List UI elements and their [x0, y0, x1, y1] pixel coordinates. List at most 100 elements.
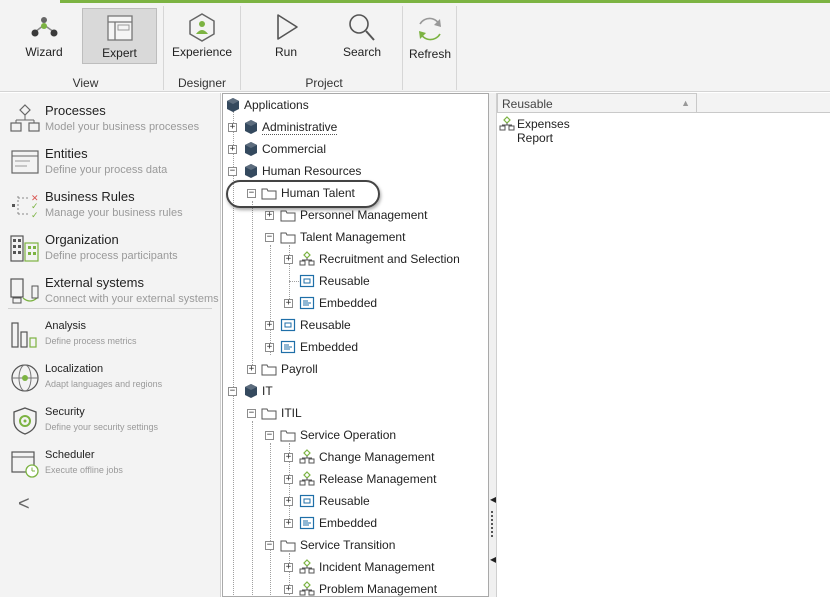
tree-node-label: Release Management	[319, 472, 437, 486]
expander-button[interactable]: −	[228, 167, 237, 176]
expander-button[interactable]: −	[265, 541, 274, 550]
expander-button[interactable]: +	[284, 475, 293, 484]
wizard-button[interactable]: Wizard	[14, 8, 74, 64]
tree-node-label: IT	[262, 384, 273, 398]
ribbon: Wizard Expert View Experience Designer R…	[0, 0, 830, 92]
search-icon	[349, 14, 375, 41]
highlight-annotation	[226, 180, 380, 208]
collapse-panel-button[interactable]: <	[18, 493, 30, 516]
tree-node-reusable[interactable]: + Reusable	[223, 316, 488, 334]
expander-button[interactable]: +	[228, 145, 237, 154]
refresh-icon	[419, 17, 441, 41]
nav-item-external-systems[interactable]: External systems Connect with your exter…	[0, 271, 220, 313]
tree-node-embedded[interactable]: + Embedded	[223, 294, 488, 312]
tree-node-service-operation[interactable]: − Service Operation	[223, 426, 488, 444]
expander-button[interactable]: +	[284, 563, 293, 572]
expander-button[interactable]: +	[247, 365, 256, 374]
expander-button[interactable]: +	[284, 497, 293, 506]
nav-subtitle: Connect with your external systems	[45, 293, 219, 305]
process-icon	[299, 559, 315, 574]
tree-node-incident-management[interactable]: + Incident Management	[223, 558, 488, 576]
nav-item-scheduler[interactable]: Scheduler Execute offline jobs	[0, 444, 220, 486]
tree-node-label: Personnel Management	[300, 208, 428, 222]
tree-node-label: Service Transition	[300, 538, 396, 552]
tree-node-it[interactable]: − IT	[223, 382, 488, 400]
tree-node-payroll[interactable]: + Payroll	[223, 360, 488, 378]
expander-button[interactable]: +	[228, 123, 237, 132]
nav-item-processes[interactable]: Processes Model your business processes	[0, 99, 220, 141]
cube-icon	[245, 164, 257, 178]
external-systems-icon	[10, 278, 39, 304]
expander-button[interactable]: −	[228, 387, 237, 396]
tree-node-itil[interactable]: − ITIL	[223, 404, 488, 422]
panel-splitter[interactable]: ◀ ◀	[489, 93, 496, 597]
nav-divider	[8, 308, 212, 309]
expander-button[interactable]: +	[265, 321, 274, 330]
expander-button[interactable]: +	[284, 519, 293, 528]
splitter-grip[interactable]	[491, 511, 493, 537]
expander-button[interactable]: +	[284, 585, 293, 594]
nav-title: Entities	[45, 146, 88, 161]
tree-node-label: Reusable	[319, 494, 370, 508]
tree-node-label: Embedded	[300, 340, 359, 354]
project-tree: Applications + Administrative + Commerci…	[222, 93, 489, 597]
search-button[interactable]: Search	[332, 8, 392, 64]
tree-node-label: Reusable	[300, 318, 351, 332]
nav-subtitle: Define process metrics	[45, 336, 137, 346]
run-button[interactable]: Run	[256, 8, 316, 64]
expander-button[interactable]: +	[284, 255, 293, 264]
nav-item-localization[interactable]: Localization Adapt languages and regions	[0, 358, 220, 400]
tree-node-talent-management[interactable]: − Talent Management	[223, 228, 488, 246]
tree-node-reusable[interactable]: Reusable	[223, 272, 488, 290]
group-separator	[240, 6, 241, 90]
nav-item-business-rules[interactable]: ✕ ✓ ✓ Business Rules Manage your busines…	[0, 185, 220, 227]
tree-node-applications[interactable]: Applications	[223, 96, 488, 114]
expander-button[interactable]: −	[265, 233, 274, 242]
tree-node-embedded[interactable]: + Embedded	[223, 338, 488, 356]
svg-text:✓: ✓	[31, 211, 39, 220]
tree-node-label: Commercial	[262, 142, 327, 156]
embedded-icon	[299, 296, 315, 310]
expander-button[interactable]: +	[284, 299, 293, 308]
nav-title: Scheduler	[45, 449, 95, 461]
tree-node-administrative[interactable]: + Administrative	[223, 118, 488, 136]
tree-node-problem-management[interactable]: + Problem Management	[223, 580, 488, 596]
nav-item-entities[interactable]: Entities Define your process data	[0, 142, 220, 184]
run-label: Run	[274, 45, 297, 59]
experience-button[interactable]: Experience	[170, 8, 234, 64]
group-label-designer: Designer	[177, 76, 227, 90]
group-separator	[163, 6, 164, 90]
tree-node-change-management[interactable]: + Change Management	[223, 448, 488, 466]
tree-node-recruitment-and-selection[interactable]: + Recruitment and Selection	[223, 250, 488, 268]
expander-button[interactable]: +	[284, 453, 293, 462]
expander-button[interactable]: +	[265, 343, 274, 352]
tree-node-service-transition[interactable]: − Service Transition	[223, 536, 488, 554]
column-header-reusable[interactable]: Reusable ▲	[497, 93, 697, 113]
folder-icon	[261, 364, 277, 376]
nav-title: Localization	[45, 363, 104, 375]
nav-item-organization[interactable]: Organization Define process participants	[0, 228, 220, 270]
folder-icon	[261, 408, 277, 420]
expander-button[interactable]: +	[265, 211, 274, 220]
tree-node-personnel-management[interactable]: + Personnel Management	[223, 206, 488, 224]
tree-node-commercial[interactable]: + Commercial	[223, 140, 488, 158]
expert-button[interactable]: Expert	[82, 8, 157, 64]
tree-node-embedded[interactable]: + Embedded	[223, 514, 488, 532]
expander-button[interactable]: −	[265, 431, 274, 440]
tree-node-label: Talent Management	[300, 230, 406, 244]
tree-node-label: ITIL	[281, 406, 302, 420]
expert-icon	[106, 15, 133, 41]
tree-node-reusable[interactable]: + Reusable	[223, 492, 488, 510]
nav-item-security[interactable]: Security Define your security settings	[0, 401, 220, 443]
group-separator	[456, 6, 457, 90]
tree-node-release-management[interactable]: + Release Management	[223, 470, 488, 488]
experience-label: Experience	[171, 45, 233, 59]
wizard-icon	[31, 17, 58, 37]
sort-ascending-icon: ▲	[681, 98, 690, 108]
nav-item-analysis[interactable]: Analysis Define process metrics	[0, 315, 220, 357]
refresh-button[interactable]: Refresh	[405, 8, 455, 68]
cube-icon	[227, 98, 239, 112]
tree-node-human-resources[interactable]: − Human Resources	[223, 162, 488, 180]
expert-label: Expert	[102, 46, 137, 60]
expander-button[interactable]: −	[247, 409, 256, 418]
